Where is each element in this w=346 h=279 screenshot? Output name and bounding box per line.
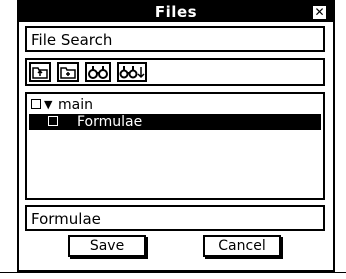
filename-field[interactable]: Formulae	[25, 205, 325, 231]
file-search-label: File Search	[31, 31, 113, 49]
new-folder-icon[interactable]	[57, 62, 79, 82]
find-next-icon[interactable]	[117, 62, 147, 82]
checkbox-icon[interactable]	[31, 99, 41, 109]
tree-item-main[interactable]: ▼ main	[29, 97, 321, 113]
background-toolbar-strip	[0, 272, 346, 279]
up-folder-icon[interactable]	[29, 62, 51, 82]
file-tree[interactable]: ▼ main Formulae	[25, 92, 325, 200]
tree-item-label: main	[58, 97, 93, 113]
tree-item-label: Formulae	[77, 114, 143, 130]
checkbox-icon[interactable]	[48, 116, 58, 126]
file-search-field[interactable]: File Search	[25, 26, 325, 52]
filename-value: Formulae	[31, 210, 101, 228]
toolbar	[25, 58, 325, 86]
dialog-title: Files	[154, 3, 198, 21]
files-dialog: Files ✕ File Search ▼ main Formulae Form…	[17, 0, 335, 272]
cancel-button[interactable]: Cancel	[203, 235, 281, 257]
close-icon[interactable]: ✕	[312, 5, 327, 20]
save-button[interactable]: Save	[68, 235, 146, 257]
expand-arrow-icon[interactable]: ▼	[44, 97, 52, 113]
find-icon[interactable]	[85, 62, 111, 82]
tree-item-formulae[interactable]: Formulae	[29, 114, 321, 130]
title-bar: Files ✕	[19, 2, 333, 22]
